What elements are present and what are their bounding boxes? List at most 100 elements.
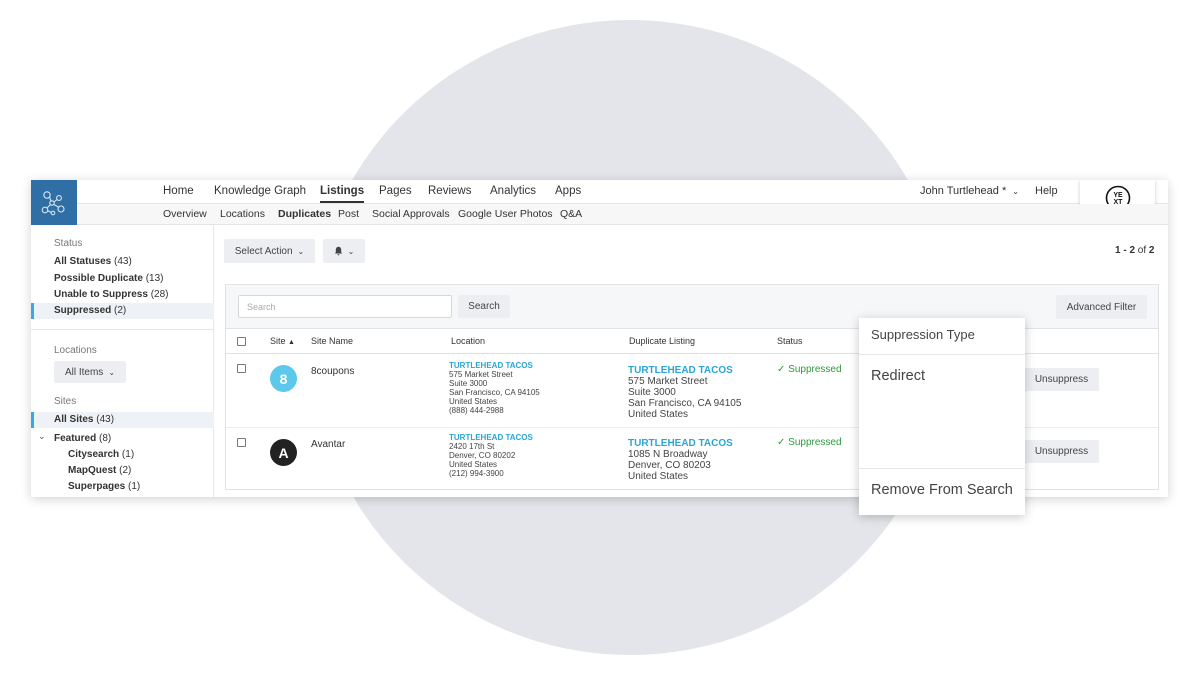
filter-citysearch[interactable]: Citysearch (1): [68, 449, 134, 460]
duplicate-name[interactable]: TURTLEHEAD TACOS: [628, 438, 733, 449]
sidebar-divider: [31, 329, 214, 330]
filter-sidebar: Status All Statuses (43) Possible Duplic…: [31, 225, 214, 497]
network-nodes-icon: [41, 190, 65, 215]
subnav-post[interactable]: Post: [338, 208, 359, 220]
site-name: 8coupons: [311, 366, 355, 377]
select-action-dropdown[interactable]: Select Action ⌄: [224, 239, 315, 263]
chevron-down-icon: ⌄: [347, 246, 355, 256]
status-text: Suppressed: [788, 437, 842, 448]
search-button-label: Search: [468, 301, 500, 312]
subnav-social-approvals[interactable]: Social Approvals: [372, 208, 450, 220]
column-site-name[interactable]: Site Name: [311, 336, 353, 346]
phone: (888) 444-2988: [449, 406, 504, 415]
subnav-overview[interactable]: Overview: [163, 208, 207, 220]
user-menu[interactable]: John Turtlehead * ⌄: [920, 185, 1019, 197]
chevron-down-icon: ⌄: [297, 246, 305, 256]
popover-divider: [859, 468, 1025, 469]
svg-text:YE: YE: [1113, 192, 1123, 199]
locations-dropdown[interactable]: All Items ⌄: [54, 361, 126, 383]
filter-all-sites[interactable]: All Sites (43): [31, 412, 214, 428]
nav-analytics[interactable]: Analytics: [490, 185, 536, 197]
column-site[interactable]: Site ▲: [270, 336, 295, 346]
column-duplicate-listing[interactable]: Duplicate Listing: [629, 336, 695, 346]
status-cell: ✓ Suppressed: [777, 364, 842, 375]
site-logo-8coupons: 8: [270, 365, 297, 392]
status-filter-label: Status: [54, 238, 83, 249]
address-line: Suite 3000: [628, 387, 676, 398]
filter-suppressed[interactable]: Suppressed (2): [31, 303, 214, 319]
subnav-locations[interactable]: Locations: [220, 208, 265, 220]
nav-apps[interactable]: Apps: [555, 185, 581, 197]
duplicate-listing-address: TURTLEHEAD TACOS 575 Market Street Suite…: [628, 365, 741, 420]
suppression-type-popover: Suppression Type Redirect Remove From Se…: [859, 318, 1025, 515]
popover-title: Suppression Type: [871, 327, 975, 342]
address-line: Suite 3000: [449, 379, 488, 388]
site-logo-avantar: A: [270, 439, 297, 466]
filter-superpages[interactable]: Superpages (1): [68, 481, 140, 492]
filter-unable-to-suppress[interactable]: Unable to Suppress (28): [54, 289, 168, 300]
chevron-down-icon: ⌄: [108, 367, 116, 377]
address-line: 575 Market Street: [628, 376, 708, 387]
status-cell: ✓ Suppressed: [777, 437, 842, 448]
filter-possible-duplicate[interactable]: Possible Duplicate (13): [54, 273, 164, 284]
secondary-nav: Overview Locations Duplicates Post Socia…: [77, 204, 1168, 225]
location-name[interactable]: TURTLEHEAD TACOS: [449, 433, 533, 442]
chevron-down-icon[interactable]: ⌄: [38, 431, 46, 442]
nav-listings[interactable]: Listings: [320, 185, 365, 203]
address-line: 1085 N Broadway: [628, 449, 708, 460]
sort-ascending-icon: ▲: [288, 339, 295, 346]
subnav-qa[interactable]: Q&A: [560, 208, 582, 220]
location-address: TURTLEHEAD TACOS 575 Market Street Suite…: [449, 361, 540, 415]
sites-filter-label: Sites: [54, 396, 77, 407]
locations-filter-label: Locations: [54, 345, 97, 356]
duplicate-name[interactable]: TURTLEHEAD TACOS: [628, 365, 741, 376]
nav-home[interactable]: Home: [163, 185, 194, 197]
select-all-checkbox[interactable]: [237, 337, 246, 346]
address-line: San Francisco, CA 94105: [449, 388, 540, 397]
search-button[interactable]: Search: [458, 295, 510, 318]
pagination-summary: 1 - 2 of 2: [1115, 245, 1155, 256]
duplicate-listing-address: TURTLEHEAD TACOS 1085 N Broadway Denver,…: [628, 438, 733, 482]
unsuppress-button[interactable]: Unsuppress: [1024, 440, 1099, 463]
locations-dropdown-value: All Items: [64, 366, 104, 378]
address-line: United States: [449, 460, 498, 469]
address-line: United States: [628, 409, 689, 420]
address-line: Denver, CO 80203: [628, 460, 711, 471]
column-site-label: Site: [270, 336, 286, 346]
subnav-google-user-photos[interactable]: Google User Photos: [458, 208, 553, 220]
status-text: Suppressed: [788, 364, 842, 375]
nav-pages[interactable]: Pages: [379, 185, 412, 197]
row-checkbox[interactable]: [237, 364, 246, 373]
search-input[interactable]: [238, 295, 452, 318]
row-checkbox[interactable]: [237, 438, 246, 447]
unsuppress-button[interactable]: Unsuppress: [1024, 368, 1099, 391]
filter-mapquest[interactable]: MapQuest (2): [68, 465, 131, 476]
column-location[interactable]: Location: [451, 336, 485, 346]
select-action-label: Select Action: [234, 245, 293, 257]
option-remove-from-search[interactable]: Remove From Search: [871, 482, 1013, 498]
advanced-filter-button[interactable]: Advanced Filter: [1056, 295, 1147, 319]
address-line: Denver, CO 80202: [449, 451, 516, 460]
advanced-filter-label: Advanced Filter: [1066, 301, 1137, 313]
help-link[interactable]: Help: [1035, 185, 1058, 197]
notification-dropdown[interactable]: ⌄: [323, 239, 365, 263]
nav-knowledge-graph[interactable]: Knowledge Graph: [214, 185, 306, 197]
subnav-duplicates[interactable]: Duplicates: [278, 208, 331, 220]
user-name: John Turtlehead *: [920, 185, 1007, 197]
column-status[interactable]: Status: [777, 336, 803, 346]
check-icon: ✓: [777, 437, 786, 448]
check-icon: ✓: [777, 364, 786, 375]
address-line: 575 Market Street: [449, 370, 513, 379]
address-line: 2420 17th St: [449, 442, 495, 451]
nav-reviews[interactable]: Reviews: [428, 185, 471, 197]
option-redirect[interactable]: Redirect: [871, 368, 925, 384]
address-line: United States: [628, 471, 689, 482]
location-name[interactable]: TURTLEHEAD TACOS: [449, 361, 540, 370]
phone: (212) 994-3900: [449, 469, 504, 478]
site-name: Avantar: [311, 439, 346, 450]
filter-all-statuses[interactable]: All Statuses (43): [54, 256, 132, 267]
filter-featured[interactable]: Featured (8): [54, 433, 111, 444]
app-logo[interactable]: [31, 180, 77, 225]
popover-divider: [859, 354, 1025, 355]
chevron-down-icon: ⌄: [1012, 187, 1019, 196]
